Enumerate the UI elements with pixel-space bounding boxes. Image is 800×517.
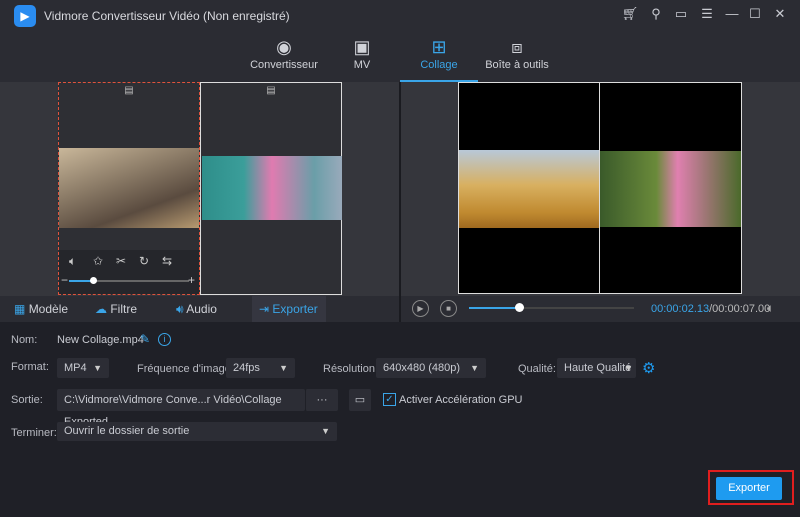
resolution-label: Résolution:: [323, 363, 379, 375]
quality-select[interactable]: Haute Qualité ▼: [557, 358, 636, 378]
export-button[interactable]: Exporter: [716, 477, 782, 500]
fps-label: Fréquence d'image:: [137, 363, 234, 375]
tab-convertisseur[interactable]: ◉ Convertisseur: [250, 32, 318, 82]
video-thumbnail-cat: [59, 148, 199, 228]
format-select[interactable]: MP4 ▼: [57, 358, 109, 378]
volume-slider[interactable]: [69, 277, 189, 284]
main-nav: ◉ Convertisseur ▣ MV ⊞ Collage ⧈ Boîte à out…: [0, 32, 800, 82]
open-folder-button[interactable]: ▭: [349, 389, 371, 411]
collage-cell-2[interactable]: ▤: [200, 82, 342, 295]
total-time: /00:00:07.00: [709, 303, 771, 315]
speaker-icon: 🔊︎: [176, 302, 184, 316]
film-icon: ▤: [124, 85, 134, 96]
export-icon: ⇥: [259, 302, 270, 316]
menu-icon[interactable]: ☰: [698, 6, 716, 22]
cell-controls: 🔈︎ ✩ ✂ ↻ ⇆ − +: [59, 250, 199, 294]
play-icon[interactable]: ▶: [412, 300, 429, 317]
gpu-checkbox[interactable]: ✓: [383, 393, 396, 406]
seek-knob[interactable]: [514, 303, 524, 312]
edit-icon[interactable]: ✎: [140, 332, 150, 346]
close-icon[interactable]: ✕: [771, 6, 789, 22]
gpu-label: Activer Accélération GPU: [399, 394, 523, 406]
output-path-field[interactable]: C:\Vidmore\Vidmore Conve...r Vidéo\Colla…: [57, 389, 305, 428]
tab-audio[interactable]: 🔊︎ Audio: [176, 296, 236, 322]
seek-bar[interactable]: [469, 303, 634, 312]
gear-icon[interactable]: ⚙: [642, 359, 655, 377]
quality-label: Qualité:: [518, 363, 556, 375]
app-title: Vidmore Convertisseur Vidéo (Non enregis…: [44, 9, 290, 23]
rotate-icon[interactable]: ↻: [139, 254, 149, 268]
name-label: Nom:: [11, 334, 38, 346]
swap-icon[interactable]: ⇆: [162, 254, 172, 268]
toolbox-icon: ⧈: [511, 37, 523, 57]
volume-knob[interactable]: [90, 277, 97, 284]
tab-exporter[interactable]: ⇥ Exporter: [252, 296, 326, 322]
maximize-icon[interactable]: ☐: [746, 6, 764, 22]
cloud-icon: ☁: [95, 302, 107, 316]
folder-icon: ▭: [354, 394, 366, 406]
chevron-down-icon: ▼: [624, 363, 633, 373]
tab-mv[interactable]: ▣ MV: [340, 32, 384, 82]
player-controls: ▶ ■ 00:00:02.13/00:00:07.00 🔈︎: [401, 296, 800, 322]
key-icon[interactable]: ⚲: [647, 6, 665, 22]
finish-select[interactable]: Ouvrir le dossier de sortie ▼: [57, 422, 337, 441]
minimize-icon[interactable]: —: [723, 6, 741, 21]
preview-girl-video: [600, 151, 741, 227]
finish-label: Terminer:: [11, 427, 57, 439]
browse-button[interactable]: ···: [305, 389, 338, 411]
time-display: 00:00:02.13/00:00:07.00: [651, 303, 770, 315]
title-bar: ▶ Vidmore Convertisseur Vidéo (Non enreg…: [0, 0, 800, 32]
output-label: Sortie:: [11, 394, 43, 406]
stop-icon[interactable]: ■: [440, 300, 457, 317]
collage-icon: ⊞: [431, 37, 447, 57]
name-value: New Collage.mp4: [57, 334, 144, 346]
app-logo-icon: ▶: [14, 5, 36, 27]
chevron-down-icon: ▼: [321, 426, 330, 436]
convert-icon: ◉: [276, 37, 292, 57]
current-time: 00:00:02.13: [651, 303, 710, 315]
collage-preview: [458, 82, 742, 294]
volume-icon[interactable]: 🔈︎: [69, 254, 76, 269]
seek-fill: [469, 307, 519, 309]
format-label: Format:: [11, 361, 49, 373]
effect-icon[interactable]: ✩: [93, 254, 103, 268]
video-thumbnail-girl: [202, 156, 342, 220]
volume-plus-icon[interactable]: +: [188, 273, 195, 287]
chevron-down-icon: ▼: [93, 363, 102, 373]
preview-desert-video: [459, 150, 599, 228]
cut-icon[interactable]: ✂: [116, 254, 126, 268]
tab-collage[interactable]: ⊞ Collage: [400, 32, 478, 82]
cart-icon[interactable]: 🛒︎: [621, 6, 639, 22]
feedback-icon[interactable]: ▭: [672, 6, 690, 22]
tab-modele[interactable]: ▦ Modèle: [14, 296, 74, 322]
volume-minus-icon[interactable]: −: [61, 273, 68, 287]
chevron-down-icon: ▼: [470, 363, 479, 373]
template-icon: ▦: [14, 302, 26, 316]
film-icon: ▤: [266, 85, 276, 96]
chevron-down-icon: ▼: [279, 363, 288, 373]
divider: [399, 82, 401, 322]
bottom-tabs: ▦ Modèle ☁ Filtre 🔊︎ Audio ⇥ Exporter: [0, 296, 399, 322]
tab-toolbox[interactable]: ⧈ Boîte à outils: [484, 32, 550, 82]
volume-icon[interactable]: 🔈︎: [767, 301, 774, 316]
collage-cell-1[interactable]: ▤ 🔈︎ ✩ ✂ ↻ ⇆ − +: [58, 82, 200, 295]
tab-filtre[interactable]: ☁ Filtre: [95, 296, 155, 322]
info-icon[interactable]: i: [158, 333, 171, 346]
fps-select[interactable]: 24fps ▼: [226, 358, 295, 378]
resolution-select[interactable]: 640x480 (480p) ▼: [376, 358, 486, 378]
mv-icon: ▣: [353, 37, 371, 57]
